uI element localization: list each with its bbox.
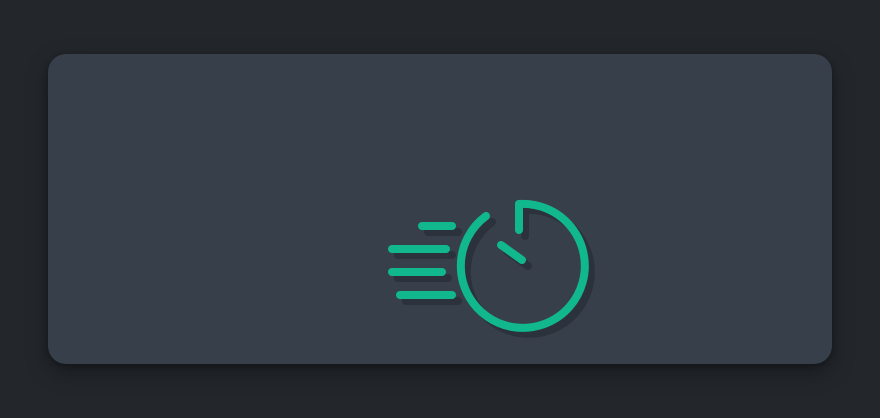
app-canvas (0, 0, 880, 418)
fast-timer-icon-container (388, 196, 598, 338)
icon-card (48, 54, 832, 364)
fast-timer-icon (388, 199, 595, 338)
